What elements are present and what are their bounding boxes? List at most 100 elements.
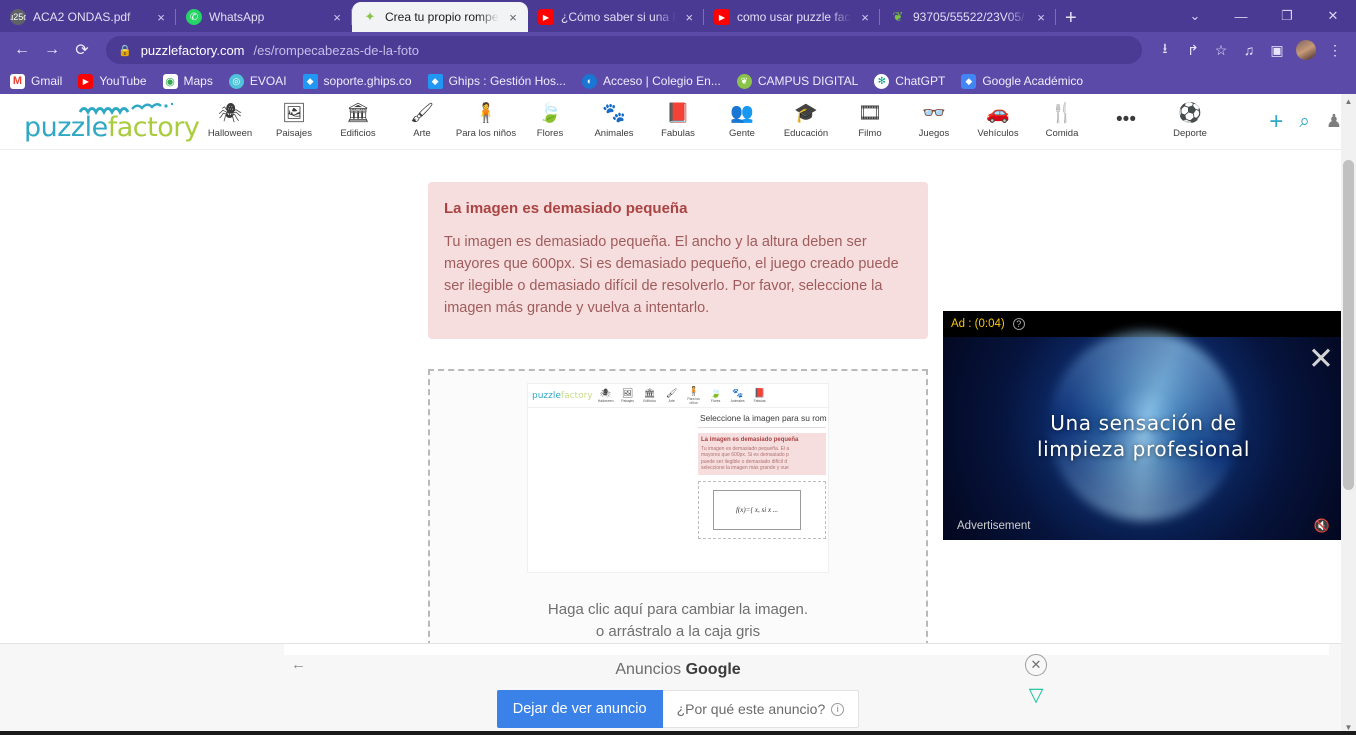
image-dropzone[interactable]: puzzlefactory 🕷 Halloween 🖼 Paisajes 🏛 Edif…: [428, 369, 928, 658]
bookmark-star-icon[interactable]: ☆: [1208, 37, 1234, 63]
why-this-ad-button[interactable]: ¿Por qué este anuncio? i: [662, 690, 860, 728]
dropzone-line2: o arrástralo a la caja gris: [595, 623, 761, 641]
bookmark-chatgpt[interactable]: ✻ ChatGPT: [874, 73, 945, 89]
bookmark-gmail[interactable]: M Gmail: [10, 73, 63, 89]
browser-tab-active[interactable]: ✦ Crea tu propio rompe ×: [352, 2, 528, 32]
close-ad-icon[interactable]: ✕: [1025, 654, 1047, 676]
tab-close-icon[interactable]: ×: [154, 10, 168, 25]
bookmark-campus-digital[interactable]: ❦ CAMPUS DIGITAL: [736, 73, 858, 89]
close-window-button[interactable]: ✕: [1310, 0, 1356, 32]
site-navbar: puzzlefactory 🕷 Halloween 🖼 Paisajes 🏛 E…: [0, 94, 1356, 150]
maps-icon: ◉: [162, 73, 178, 89]
bookmark-soporte-ghips[interactable]: ◆ soporte.ghips.co: [302, 73, 412, 89]
nav-item-vehiculos[interactable]: 🚗 Vehículos: [966, 104, 1030, 140]
nav-label: Juegos: [918, 128, 950, 139]
user-account-icon[interactable]: ♟: [1326, 111, 1342, 132]
nav-item-flores[interactable]: 🍃 Flores: [518, 104, 582, 140]
logo-text: puzzlefactory: [24, 112, 200, 143]
nav-label: Vehículos: [977, 128, 1019, 139]
scrollbar-thumb[interactable]: [1343, 160, 1354, 490]
browser-tab[interactable]: ❦ 93705/55522/23V05/ ×: [880, 2, 1056, 32]
nav-item-fabulas[interactable]: 📕 Fabulas: [646, 103, 710, 140]
freestar-icon[interactable]: ▽: [1025, 686, 1047, 705]
video-ad-stage[interactable]: ✕ Una sensación de limpieza profesional …: [943, 331, 1344, 540]
youtube-icon: ▶: [78, 73, 94, 89]
back-button[interactable]: ←: [8, 36, 36, 64]
bookmark-maps[interactable]: ◉ Maps: [162, 73, 213, 89]
tab-title: WhatsApp: [209, 10, 265, 24]
leaf-icon: ❦: [736, 73, 752, 89]
taskbar-strip: [0, 731, 1356, 735]
nav-item-gente[interactable]: 👥 Gente: [710, 104, 774, 140]
search-icon[interactable]: ⌕: [1299, 111, 1310, 133]
youtube-icon: ▶: [538, 9, 554, 25]
tab-close-icon[interactable]: ×: [330, 10, 344, 25]
bookmark-ghips-gestion[interactable]: ◆ Ghips : Gestión Hos...: [427, 73, 566, 89]
tab-title: ACA2 ONDAS.pdf: [33, 10, 131, 24]
bookmark-evoai[interactable]: ◎ EVOAI: [228, 73, 287, 89]
film-icon: 🎞: [857, 103, 883, 124]
stop-seeing-ad-button[interactable]: Dejar de ver anuncio: [496, 690, 663, 728]
reload-button[interactable]: ⟳: [68, 36, 96, 64]
site-nav-items: 🕷 Halloween 🖼 Paisajes 🏛 Edificios 🖌 Art…: [198, 103, 1263, 140]
new-tab-button[interactable]: +: [1065, 8, 1077, 28]
add-puzzle-icon[interactable]: +: [1269, 109, 1283, 134]
share-icon[interactable]: ↱: [1180, 37, 1206, 63]
nav-item-arte[interactable]: 🖌 Arte: [390, 104, 454, 140]
page-scrollbar[interactable]: ▲ ▼: [1341, 94, 1356, 735]
nav-item-more[interactable]: •••: [1094, 109, 1158, 134]
thumb-navbar: puzzlefactory 🕷 Halloween 🖼 Paisajes 🏛 Edif…: [528, 384, 828, 409]
nav-item-para-los-ninos[interactable]: 🧍 Para los niños: [454, 104, 518, 140]
nav-item-deporte[interactable]: ⚽ Deporte: [1158, 104, 1222, 140]
nav-item-edificios[interactable]: 🏛 Edificios: [326, 104, 390, 140]
avatar[interactable]: [1296, 40, 1316, 60]
tab-search-icon[interactable]: ⌄: [1172, 0, 1218, 32]
forward-button[interactable]: →: [38, 36, 66, 64]
nav-item-comida[interactable]: 🍴 Comida: [1030, 104, 1094, 140]
nav-item-filmo[interactable]: 🎞 Filmo: [838, 103, 902, 140]
minimize-button[interactable]: —: [1218, 0, 1264, 32]
nav-item-halloween[interactable]: 🕷 Halloween: [198, 104, 262, 140]
mute-icon[interactable]: 🔇: [1314, 518, 1330, 534]
gmail-icon: M: [10, 73, 25, 89]
tab-close-icon[interactable]: ×: [1034, 10, 1048, 25]
toolbar-icons: ⭳ ↱ ☆ ♫ ▣ ⋮: [1152, 37, 1348, 63]
alert-title: La imagen es demasiado pequeña: [444, 200, 688, 217]
nav-item-educacion[interactable]: 🎓 Educación: [774, 104, 838, 140]
ad-headline-line2: limpieza profesional: [1036, 437, 1251, 462]
chrome-menu-icon[interactable]: ⋮: [1322, 37, 1348, 63]
bookmark-google-academico[interactable]: ◆ Google Académico: [961, 73, 1083, 89]
thumb-logo: puzzlefactory: [532, 391, 593, 401]
help-icon[interactable]: ?: [1012, 318, 1025, 330]
browser-tab[interactable]: ✆ WhatsApp ×: [176, 2, 352, 32]
install-icon[interactable]: ⭳: [1152, 37, 1178, 63]
ghips-icon: ◆: [427, 73, 443, 89]
browser-tab[interactable]: ▶ ¿Cómo saber si una F ×: [528, 2, 704, 32]
browser-tab[interactable]: ▶ como usar puzzle fac ×: [704, 2, 880, 32]
nav-item-paisajes[interactable]: 🖼 Paisajes: [262, 104, 326, 140]
tab-title: ¿Cómo saber si una F: [561, 10, 676, 24]
nav-item-juegos[interactable]: 👓 Juegos: [902, 104, 966, 140]
nav-item-animales[interactable]: 🐾 Animales: [582, 104, 646, 140]
lock-icon: 🔒: [118, 44, 132, 57]
tab-close-icon[interactable]: ×: [858, 10, 872, 25]
bookmark-youtube[interactable]: ▶ YouTube: [78, 73, 147, 89]
browser-tab[interactable]: \u25cf ACA2 ONDAS.pdf ×: [0, 2, 176, 32]
nav-label: Halloween: [207, 128, 253, 139]
address-bar[interactable]: 🔒 puzzlefactory.com/es/rompecabezas-de-l…: [106, 36, 1142, 64]
dropzone-caption: Haga clic aquí para cambiar la imagen. o…: [442, 599, 914, 643]
bookmark-acceso-colegio[interactable]: ◐ Acceso | Colegio En...: [581, 73, 721, 89]
thumb-logo-factory: factory: [560, 390, 593, 401]
bookmark-label: Gmail: [31, 74, 63, 88]
maximize-button[interactable]: ❐: [1264, 0, 1310, 32]
tab-close-icon[interactable]: ×: [506, 10, 520, 25]
book-icon: 📕: [666, 103, 690, 124]
close-icon[interactable]: ✕: [1308, 343, 1334, 374]
scroll-up-icon[interactable]: ▲: [1341, 94, 1356, 109]
site-logo[interactable]: puzzlefactory: [18, 98, 200, 146]
media-list-icon[interactable]: ♫: [1236, 37, 1262, 63]
ghips-icon: ◆: [302, 73, 318, 89]
tab-close-icon[interactable]: ×: [683, 10, 697, 25]
sidepanel-icon[interactable]: ▣: [1264, 37, 1290, 63]
nav-label: Filmo: [858, 128, 882, 139]
